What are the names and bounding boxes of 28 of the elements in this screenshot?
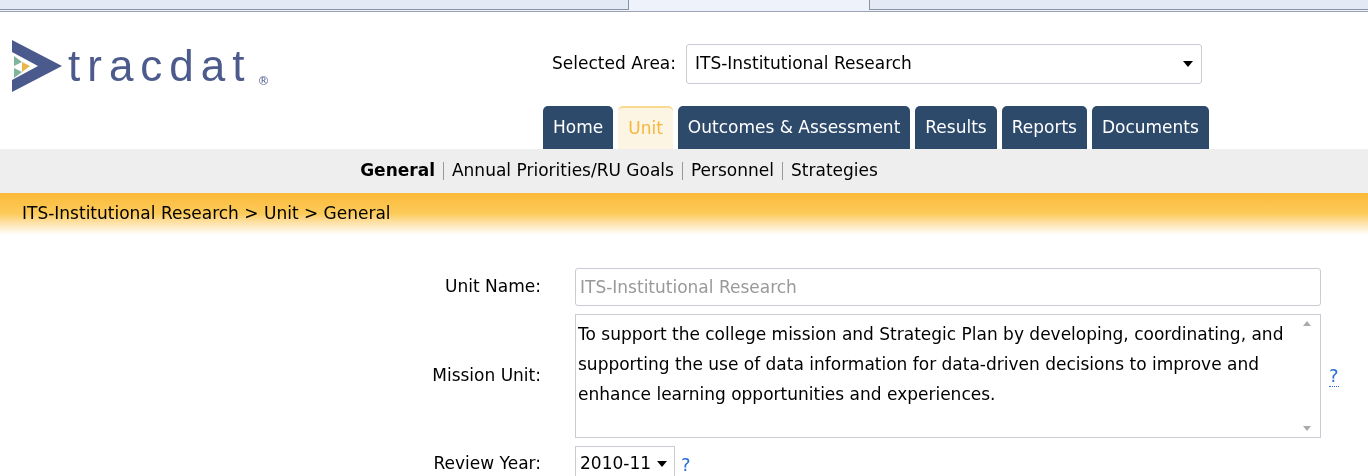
subnav-link[interactable]: Personnel: [690, 158, 774, 184]
nav-tab[interactable]: Home: [543, 106, 614, 149]
logo-icon: [12, 40, 62, 92]
field-label: Selected Area:: [552, 52, 676, 76]
caret-icon: [1183, 61, 1193, 67]
caret-icon: [657, 461, 668, 467]
help-link[interactable]: ?: [681, 450, 691, 476]
breadcrumb: ITS-Institutional Research > Unit > General: [22, 202, 391, 226]
subnav-link[interactable]: General: [360, 158, 435, 184]
browser-tab[interactable]: [868, 0, 1368, 10]
area-dropdown[interactable]: ITS-Institutional Research: [686, 44, 1202, 84]
mission-textarea[interactable]: To support the college mission and Strategic Plan by developing, coordinating, and supporting the use of data information for data-driven decisions to improve and enhance learning opportunities and experiences.: [575, 314, 1321, 438]
nav-tab[interactable]: Reports: [1001, 106, 1087, 149]
nav-tab[interactable]: Results: [915, 106, 997, 149]
field-label: Review Year:: [432, 452, 541, 476]
nav-tab[interactable]: Outcomes & Assessment: [677, 106, 911, 149]
scroll-up-icon[interactable]: [1303, 321, 1311, 326]
nav-tab[interactable]: Documents: [1091, 106, 1209, 149]
year-dropdown[interactable]: 2010-11: [575, 446, 675, 476]
registered-mark: ®: [257, 73, 270, 90]
scroll-down-icon[interactable]: [1303, 426, 1311, 431]
subnav-link[interactable]: Strategies: [791, 158, 878, 184]
browser-tab[interactable]: [0, 0, 629, 10]
subnav-link[interactable]: Annual Priorities/RU Goals: [451, 158, 674, 184]
field-label: Mission Unit:: [431, 364, 541, 388]
field-label: Unit Name:: [444, 275, 541, 299]
logo-text: tracdat: [68, 44, 252, 88]
help-link[interactable]: ?: [1329, 365, 1339, 387]
